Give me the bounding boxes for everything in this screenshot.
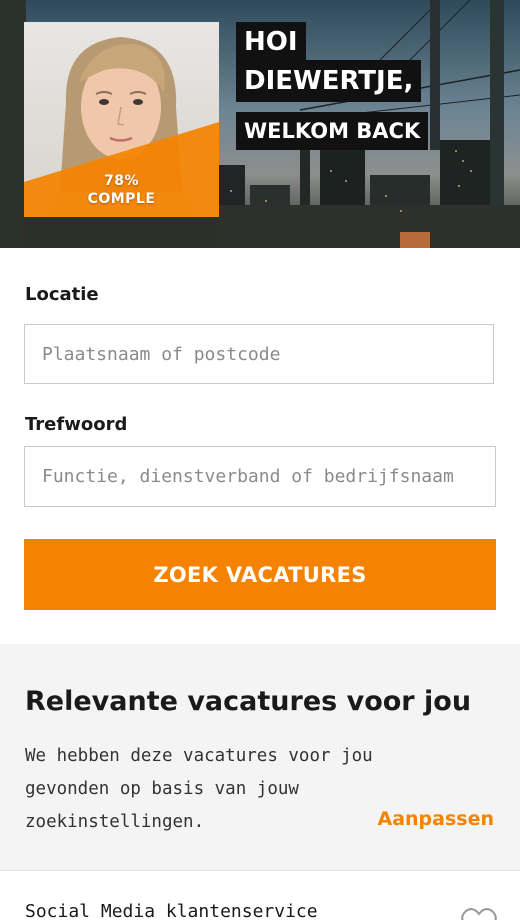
greeting-line-1: HOI <box>236 22 306 60</box>
relevant-jobs-section: Relevante vacatures voor jou We hebben d… <box>0 644 520 870</box>
completion-label: COMPLE <box>87 191 156 207</box>
adjust-preferences-link[interactable]: Aanpassen <box>377 808 494 830</box>
location-label: Locatie <box>25 284 99 305</box>
section-title: Relevante vacatures voor jou <box>25 686 472 717</box>
profile-avatar[interactable]: 78% COMPLE <box>24 22 219 217</box>
location-input[interactable] <box>24 324 494 384</box>
heart-icon[interactable] <box>460 907 498 920</box>
completion-percent: 78% <box>103 173 139 189</box>
job-search-form: Locatie Trefwoord ZOEK VACATURES <box>0 248 520 644</box>
profile-completion: 78% COMPLE <box>24 172 219 208</box>
keyword-input[interactable] <box>24 446 496 507</box>
keyword-label: Trefwoord <box>25 414 128 435</box>
greeting-line-3: WELKOM BACK <box>236 112 429 150</box>
search-jobs-button[interactable]: ZOEK VACATURES <box>24 539 496 610</box>
greeting-line-2: DIEWERTJE, <box>236 60 422 102</box>
job-list: Social Media klantenservice <box>0 870 520 920</box>
job-title[interactable]: Social Media klantenservice <box>25 901 318 920</box>
hero-banner: 78% COMPLE HOI DIEWERTJE, WELKOM BACK <box>0 0 520 248</box>
